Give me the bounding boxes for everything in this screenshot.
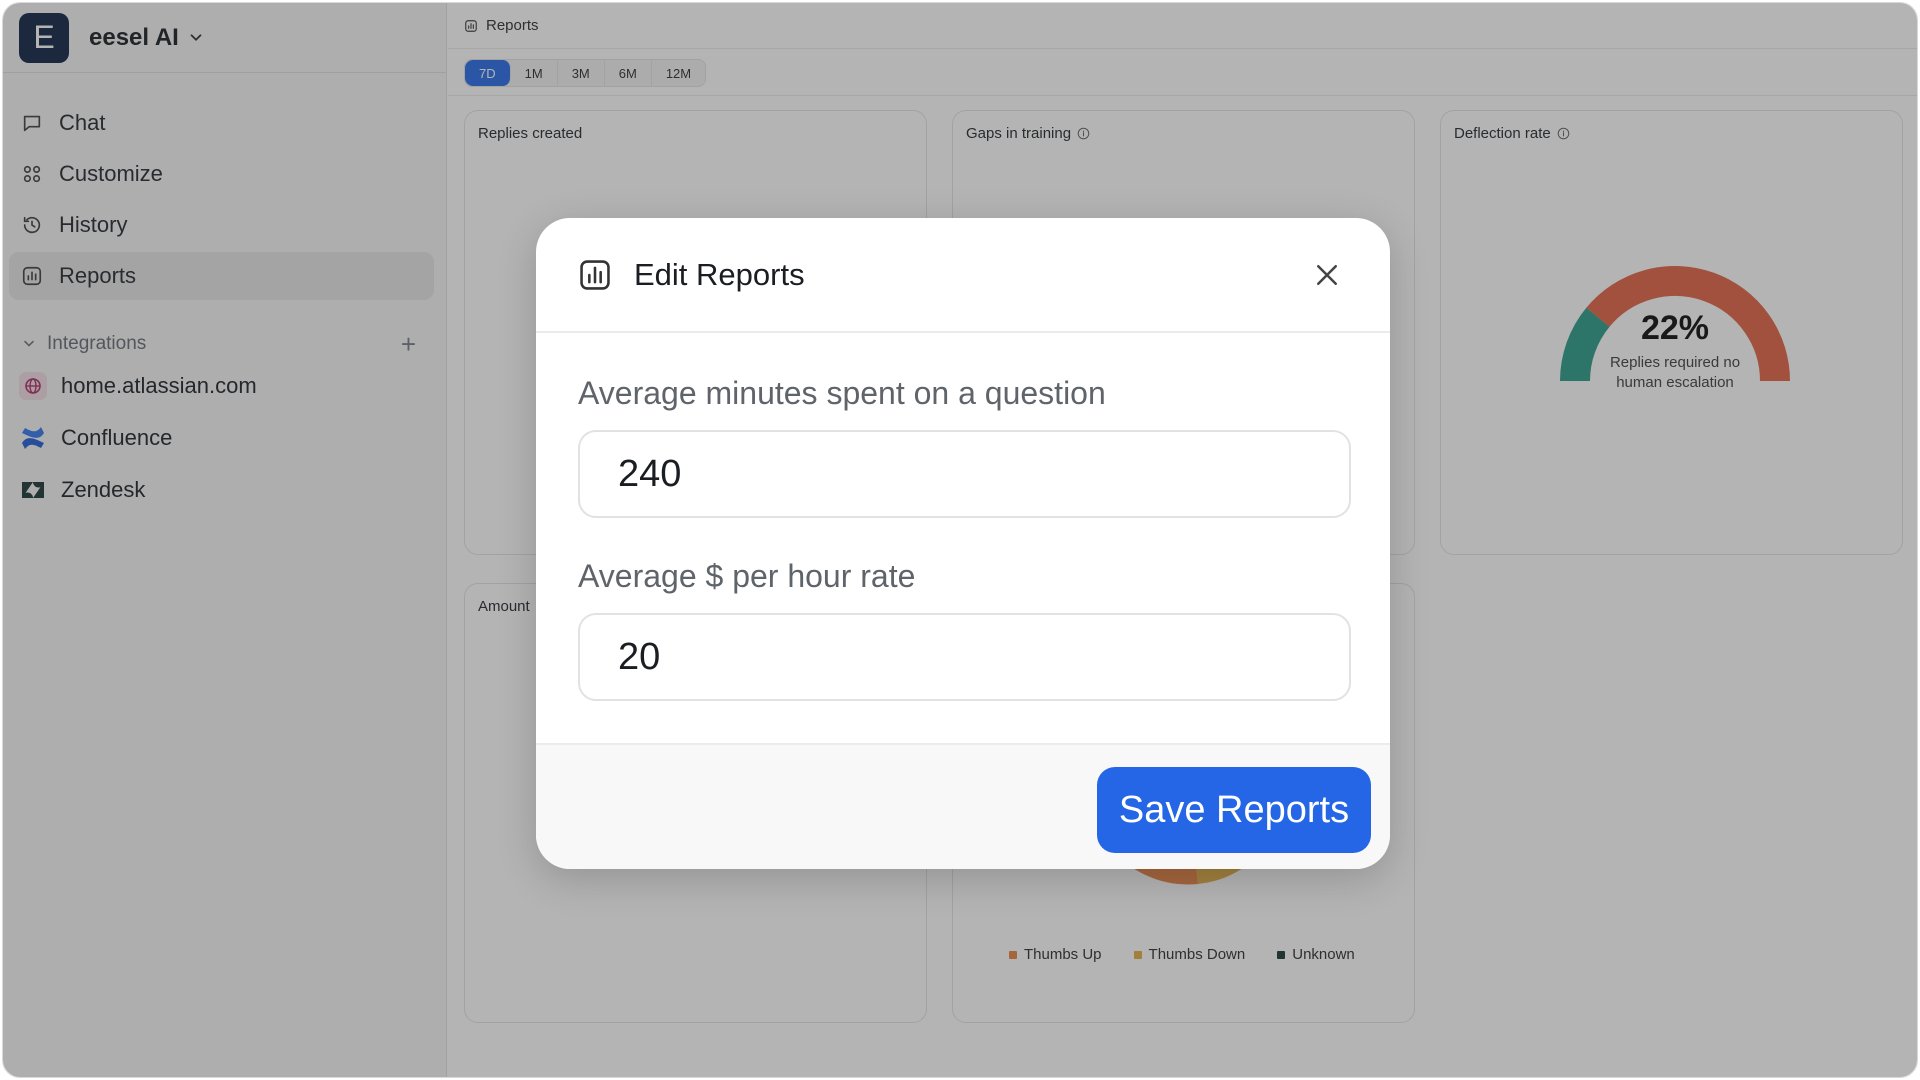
modal-header: Edit Reports [536,218,1390,333]
rate-field-label: Average $ per hour rate [578,558,916,594]
modal-body: Average minutes spent on a question Aver… [536,333,1390,741]
reports-icon [580,259,610,290]
close-icon[interactable] [1312,260,1342,290]
hourly-rate-input[interactable] [578,613,1351,701]
save-reports-button[interactable]: Save Reports [1097,767,1371,853]
modal-title: Edit Reports [634,256,805,292]
minutes-per-question-input[interactable] [578,430,1351,518]
modal-footer: Save Reports [536,743,1390,869]
app-window: E eesel AI Chat Customize History Report… [2,2,1918,1078]
minutes-field-label: Average minutes spent on a question [578,375,1106,411]
edit-reports-modal: Edit Reports Average minutes spent on a … [536,218,1390,869]
